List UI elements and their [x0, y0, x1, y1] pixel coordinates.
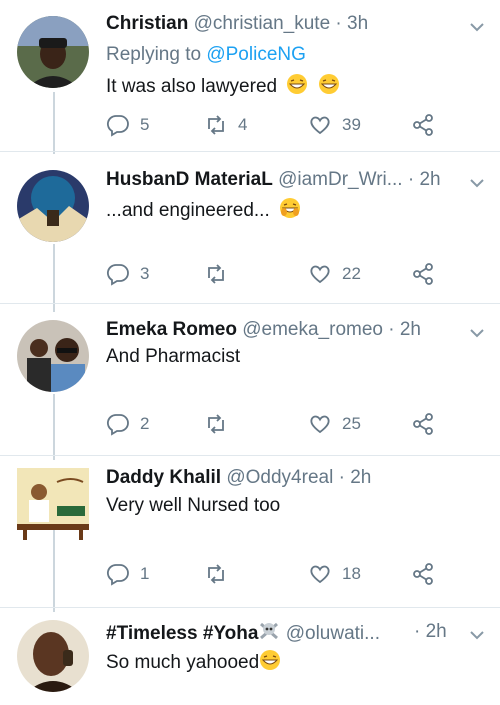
retweet-icon	[208, 264, 224, 284]
share-button[interactable]	[411, 111, 445, 139]
display-name[interactable]: HusbanD MateriaL	[106, 169, 273, 190]
avatar[interactable]	[17, 620, 89, 692]
share-icon	[413, 563, 433, 585]
action-bar: 2 25	[106, 410, 446, 438]
chevron-down-icon[interactable]	[468, 18, 486, 36]
retweet-count: 4	[238, 115, 248, 134]
reply-button[interactable]: 1	[106, 560, 149, 588]
chevron-down-icon[interactable]	[468, 324, 486, 342]
tweet-text: Very well Nursed too	[106, 494, 280, 518]
reply-button[interactable]: 3	[106, 260, 149, 288]
tweet[interactable]: HusbanD MateriaL @iamDr_Wri... · 2h ...a…	[0, 152, 500, 302]
tweet-time[interactable]: · 2h	[414, 620, 447, 644]
retweet-button[interactable]	[204, 260, 238, 288]
tweet-text: It was also lawyered	[106, 73, 340, 99]
like-icon	[310, 565, 330, 584]
reply-count: 1	[140, 564, 150, 583]
avatar[interactable]	[17, 170, 89, 242]
tweet-header: HusbanD MateriaL @iamDr_Wri... · 2h	[106, 168, 460, 192]
replying-to: Replying to @PoliceNG	[106, 43, 306, 67]
display-name[interactable]: #Timeless #Yoha	[106, 623, 258, 644]
like-count: 25	[342, 414, 361, 433]
tweet-header: #Timeless #Yoha @oluwati...	[106, 620, 430, 646]
tweet[interactable]: Emeka Romeo @emeka_romeo · 2h And Pharma…	[0, 304, 500, 454]
share-icon	[413, 114, 433, 136]
share-button[interactable]	[411, 410, 445, 438]
reply-count: 2	[140, 414, 150, 433]
tweet[interactable]: #Timeless #Yoha @oluwati... · 2h So much…	[0, 608, 500, 705]
user-handle[interactable]: @iamDr_Wri... · 2h	[278, 169, 441, 190]
mention-link[interactable]: @PoliceNG	[206, 44, 306, 65]
like-count: 18	[342, 564, 361, 583]
like-button[interactable]: 18	[308, 560, 361, 588]
replying-to-label: Replying to	[106, 44, 207, 65]
tweet-header: Emeka Romeo @emeka_romeo · 2h	[106, 318, 460, 342]
user-handle[interactable]: @oluwati...	[286, 623, 380, 644]
laughing-emoji	[318, 74, 339, 94]
share-icon	[413, 263, 433, 285]
retweet-icon	[208, 564, 224, 584]
share-button[interactable]	[411, 560, 445, 588]
tweet-text-content: And Pharmacist	[106, 346, 241, 367]
reply-button[interactable]: 5	[106, 111, 149, 139]
like-icon	[310, 415, 330, 434]
laughing-emoji	[260, 650, 281, 670]
reply-icon	[106, 414, 129, 436]
action-bar: 3 22	[106, 260, 446, 288]
retweet-button[interactable]: 4	[204, 111, 247, 139]
chevron-down-icon[interactable]	[468, 174, 486, 192]
laughing-emoji	[280, 198, 301, 218]
like-button[interactable]: 39	[308, 111, 361, 139]
avatar[interactable]	[17, 468, 89, 540]
action-bar: 5 4 39	[106, 111, 446, 139]
like-icon	[310, 265, 330, 284]
reply-count: 5	[140, 115, 150, 134]
tweet-text-content: Very well Nursed too	[106, 495, 281, 516]
user-handle[interactable]: @christian_kute · 3h	[194, 13, 369, 34]
tweet-text: ...and engineered...	[106, 197, 301, 223]
share-button[interactable]	[411, 260, 445, 288]
tweet-text-content: So much yahooed	[106, 652, 260, 673]
reply-icon	[106, 115, 129, 137]
laughing-emoji	[287, 74, 308, 94]
reply-button[interactable]: 2	[106, 410, 149, 438]
tweet-text-content: It was also lawyered	[106, 76, 278, 97]
tweet-text: And Pharmacist	[106, 345, 240, 369]
action-bar: 1 18	[106, 560, 446, 588]
reply-count: 3	[140, 264, 150, 283]
tweet-header: Daddy Khalil @Oddy4real · 2h	[106, 466, 460, 490]
like-count: 39	[342, 115, 361, 134]
avatar[interactable]	[17, 320, 89, 392]
like-count: 22	[342, 264, 361, 283]
display-name[interactable]: Christian	[106, 13, 188, 34]
tweet-text-content: ...and engineered...	[106, 200, 270, 221]
like-button[interactable]: 25	[308, 410, 361, 438]
tweet-header: Christian @christian_kute · 3h	[106, 12, 460, 36]
display-name[interactable]: Emeka Romeo	[106, 319, 237, 340]
skull-crossbones-emoji	[260, 622, 279, 640]
like-icon	[310, 116, 330, 135]
avatar[interactable]	[17, 16, 89, 88]
retweet-icon	[208, 115, 224, 135]
retweet-button[interactable]	[204, 560, 238, 588]
retweet-icon	[208, 414, 224, 434]
like-button[interactable]: 22	[308, 260, 361, 288]
user-handle[interactable]: @emeka_romeo · 2h	[242, 319, 421, 340]
chevron-down-icon[interactable]	[468, 626, 486, 644]
reply-icon	[106, 264, 129, 286]
retweet-button[interactable]	[204, 410, 238, 438]
tweet[interactable]: Christian @christian_kute · 3h Replying …	[0, 0, 500, 150]
reply-icon	[106, 564, 129, 586]
share-icon	[413, 413, 433, 435]
tweet-text: So much yahooed	[106, 649, 281, 675]
tweet[interactable]: Daddy Khalil @Oddy4real · 2h Very well N…	[0, 456, 500, 606]
user-handle[interactable]: @Oddy4real · 2h	[226, 467, 371, 488]
display-name[interactable]: Daddy Khalil	[106, 467, 221, 488]
